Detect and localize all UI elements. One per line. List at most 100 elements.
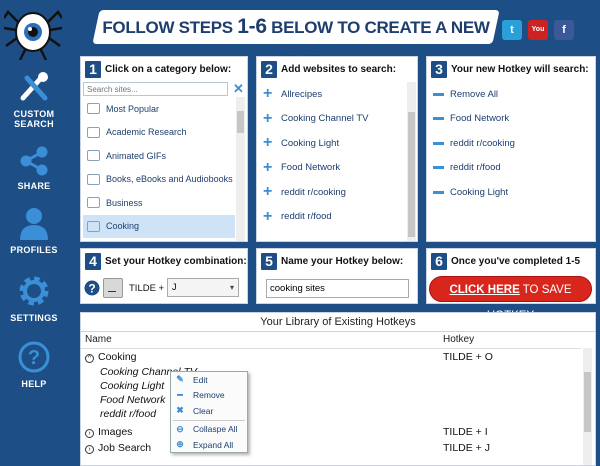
sidebar-item-share[interactable]: SHARE xyxy=(0,146,68,191)
category-cooking[interactable]: Cooking xyxy=(83,214,235,238)
zoom-in-icon: ⊕ xyxy=(176,439,184,450)
category-business[interactable]: Business xyxy=(83,191,235,215)
step5-panel: 5 Name your Hotkey below: xyxy=(256,248,418,304)
tools-icon xyxy=(20,72,48,101)
remove-all-item[interactable]: Remove All xyxy=(429,82,589,107)
step3-panel: 3 Your new Hotkey will search: Remove All… xyxy=(426,56,596,242)
add-site-cooking-light[interactable]: + Cooking Light xyxy=(259,131,407,156)
sidebar-item-label: SHARE xyxy=(17,181,51,191)
column-header-hotkey[interactable]: Hotkey xyxy=(443,334,474,345)
sidebar-item-settings[interactable]: SETTINGS xyxy=(0,274,68,323)
sidebar-item-custom-search[interactable]: CUSTOM SEARCH xyxy=(0,72,68,129)
plus-icon: + xyxy=(263,183,273,201)
category-animated-gifs[interactable]: Animated GIFs xyxy=(83,144,235,168)
plus-icon: + xyxy=(263,158,273,176)
context-remove[interactable]: ━ Remove xyxy=(171,388,247,404)
step-number: 3 xyxy=(431,60,447,78)
add-site-reddit-cooking[interactable]: + reddit r/cooking xyxy=(259,180,407,205)
category-scrollbar[interactable] xyxy=(236,97,245,241)
sidebar-item-label: PROFILES xyxy=(10,245,58,255)
hotkey-value: TILDE + J xyxy=(443,442,490,454)
sidebar-item-profiles[interactable]: PROFILES xyxy=(0,206,68,255)
library-scrollbar[interactable] xyxy=(583,348,592,465)
add-site-reddit-food[interactable]: + reddit r/food xyxy=(259,205,407,230)
step-number: 5 xyxy=(261,252,277,270)
share-icon xyxy=(20,146,48,176)
hotkey-library: Name Hotkey ^ Cooking TILDE + O Cooking C… xyxy=(80,331,596,466)
selected-site-cooking-light[interactable]: Cooking Light xyxy=(429,180,589,205)
tree-child-item[interactable]: Cooking Light xyxy=(100,380,164,392)
category-most-popular[interactable]: Most Popular xyxy=(83,97,235,121)
selected-sites-list: Remove All Food Network reddit r/cooking… xyxy=(429,82,589,205)
twitter-icon[interactable]: t xyxy=(502,20,522,40)
step6-title: Once you've completed 1-5 xyxy=(451,255,581,267)
save-hotkey-button[interactable]: CLICK HERE TO SAVE HOTKEY xyxy=(429,276,592,322)
sidebar: CUSTOM SEARCH SHARE PROFILES SETTINGS ? … xyxy=(0,0,68,466)
user-icon xyxy=(20,208,48,240)
minus-icon xyxy=(433,190,444,194)
tree-child-item[interactable]: reddit r/food xyxy=(100,408,156,420)
minus-icon xyxy=(433,92,444,96)
context-clear[interactable]: ✖ Clear xyxy=(171,403,247,419)
hotkey-value: TILDE + I xyxy=(443,426,488,438)
key-icon xyxy=(103,278,123,298)
plus-icon: + xyxy=(263,134,273,152)
category-academic-research[interactable]: Academic Research xyxy=(83,121,235,145)
step-number: 2 xyxy=(261,60,277,78)
modifier-label: TILDE + xyxy=(129,283,165,294)
step3-title: Your new Hotkey will search: xyxy=(451,63,589,75)
category-icon xyxy=(87,103,100,115)
svg-text:?: ? xyxy=(88,282,95,296)
hotkey-value: TILDE + O xyxy=(443,351,493,363)
column-header-name[interactable]: Name xyxy=(85,334,112,345)
help-icon: ? xyxy=(18,341,50,373)
sidebar-item-label: SETTINGS xyxy=(10,313,58,323)
facebook-icon[interactable]: f xyxy=(554,20,574,40)
gear-icon xyxy=(19,276,49,306)
context-collapse-all[interactable]: ⊖ Collaspe All xyxy=(171,422,247,438)
collapse-icon[interactable]: ^ xyxy=(85,354,94,363)
plus-icon: + xyxy=(263,207,273,225)
help-icon[interactable]: ? xyxy=(84,280,100,296)
add-site-allrecipes[interactable]: + Allrecipes xyxy=(259,82,407,107)
step4-title: Set your Hotkey combination: xyxy=(105,255,247,267)
minus-icon xyxy=(433,166,444,170)
step2-panel: 2 Add websites to search: + Allrecipes + Co… xyxy=(256,56,418,242)
menu-divider xyxy=(173,419,245,421)
sidebar-item-label: CUSTOM SEARCH xyxy=(13,109,55,129)
category-icon xyxy=(87,126,100,138)
step1-title: Click on a category below: xyxy=(105,63,232,75)
tree-row-job-search[interactable]: › Job Search xyxy=(85,442,151,454)
context-edit[interactable]: ✎ Edit xyxy=(171,372,247,388)
hotkey-key-select[interactable]: J ▾ xyxy=(167,278,239,297)
step2-title: Add websites to search: xyxy=(281,63,397,75)
selected-site-food-network[interactable]: Food Network xyxy=(429,107,589,132)
tree-row-images[interactable]: › Images xyxy=(85,426,132,438)
page-title: FOLLOW STEPS 1-6 BELOW TO CREATE A NEW H… xyxy=(102,15,490,71)
plus-icon: + xyxy=(263,85,273,103)
add-site-cooking-channel-tv[interactable]: + Cooking Channel TV xyxy=(259,107,407,132)
selected-site-reddit-cooking[interactable]: reddit r/cooking xyxy=(429,131,589,156)
step-number: 1 xyxy=(85,60,101,78)
expand-icon[interactable]: › xyxy=(85,429,94,438)
zoom-out-icon: ⊖ xyxy=(176,423,184,434)
selected-site-reddit-food[interactable]: reddit r/food xyxy=(429,156,589,181)
minus-icon xyxy=(433,141,444,145)
plus-icon: + xyxy=(263,109,273,127)
category-books[interactable]: Books, eBooks and Audiobooks xyxy=(83,168,235,192)
close-icon: ✖ xyxy=(176,405,184,416)
category-list: Most Popular Academic Research Animated … xyxy=(83,97,235,253)
youtube-icon[interactable]: You xyxy=(528,20,548,40)
category-icon xyxy=(87,197,100,209)
add-site-food-network[interactable]: + Food Network xyxy=(259,156,407,181)
svg-text:?: ? xyxy=(28,347,40,369)
tree-row-cooking[interactable]: ^ Cooking xyxy=(85,351,137,363)
clear-search-icon[interactable]: ✕ xyxy=(233,81,244,97)
search-sites-input[interactable] xyxy=(83,82,228,96)
tree-child-item[interactable]: Food Network xyxy=(100,394,165,406)
sidebar-item-help[interactable]: ? HELP xyxy=(0,340,68,389)
hotkey-name-input[interactable] xyxy=(266,279,409,298)
context-expand-all[interactable]: ⊕ Expand All xyxy=(171,437,247,453)
expand-icon[interactable]: › xyxy=(85,445,94,454)
website-scrollbar[interactable] xyxy=(407,82,416,241)
